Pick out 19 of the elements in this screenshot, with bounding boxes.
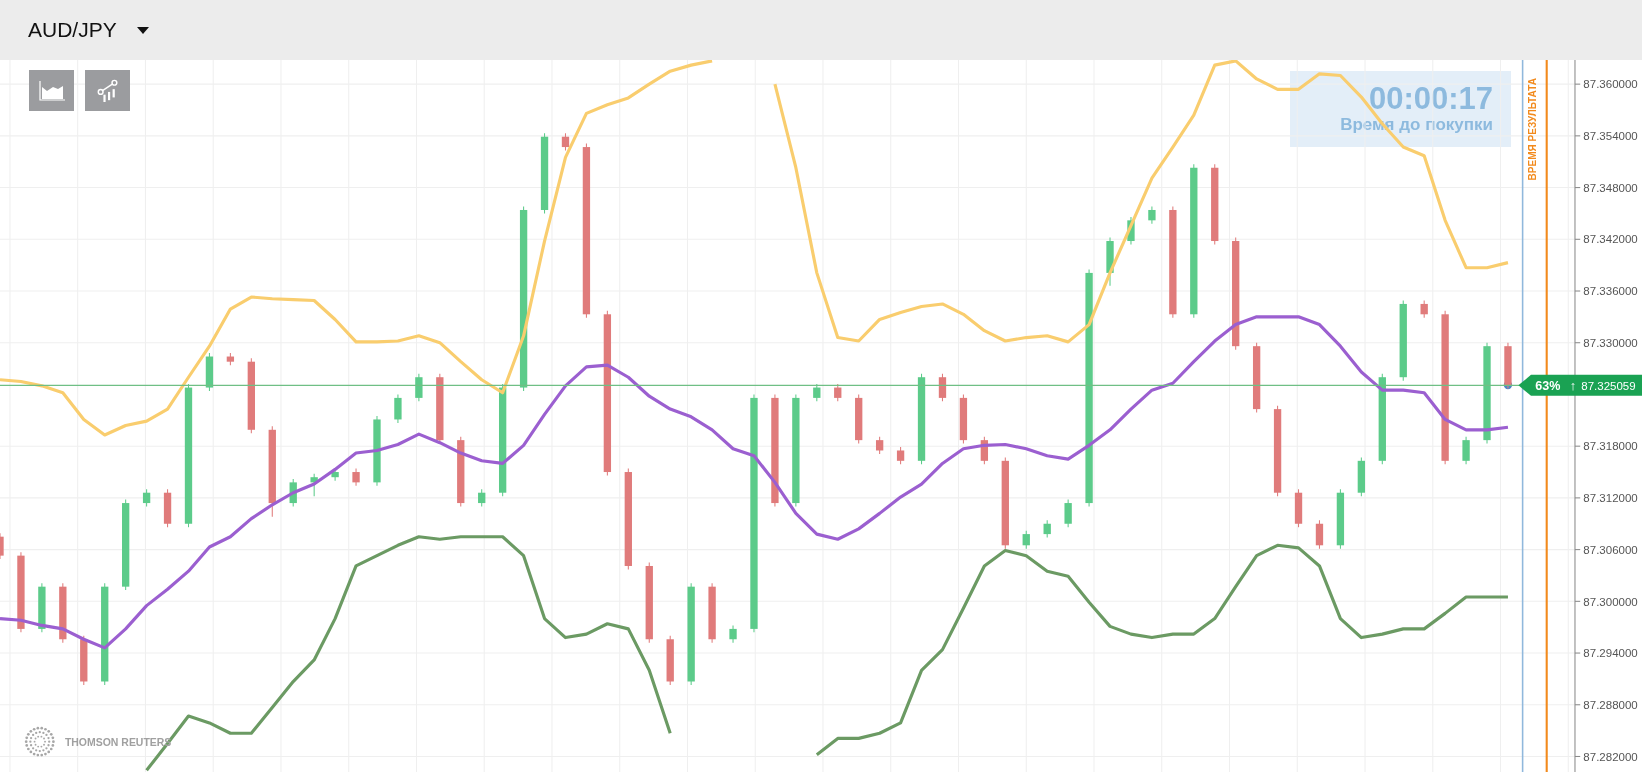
price-axis-label: 87.288000 xyxy=(1583,698,1638,711)
current-price: 87.325059 xyxy=(1581,380,1636,393)
price-axis-label: 87.342000 xyxy=(1583,233,1638,246)
price-axis-label: 87.318000 xyxy=(1583,440,1638,453)
payout-percent: 63% xyxy=(1535,379,1561,394)
price-axis-label: 87.282000 xyxy=(1583,750,1638,763)
price-axis-label: 87.360000 xyxy=(1583,78,1638,91)
price-axis-label: 87.336000 xyxy=(1583,285,1638,298)
price-axis-label: 87.294000 xyxy=(1583,647,1638,660)
price-axis-label: 87.354000 xyxy=(1583,130,1638,143)
price-axis-label: 87.300000 xyxy=(1583,595,1638,608)
price-axis-label: 87.312000 xyxy=(1583,492,1638,505)
price-axis-label: 87.348000 xyxy=(1583,181,1638,194)
expiry-label: ВРЕМЯ РЕЗУЛЬТАТА xyxy=(1527,77,1539,181)
direction-arrow: ↑ xyxy=(1569,379,1577,394)
price-axis-label: 87.330000 xyxy=(1583,336,1638,349)
price-axis-label: 87.306000 xyxy=(1583,543,1638,556)
symbol-dropdown[interactable]: AUD/JPY xyxy=(26,18,153,42)
countdown-time: 00:00:17 xyxy=(1368,82,1493,116)
